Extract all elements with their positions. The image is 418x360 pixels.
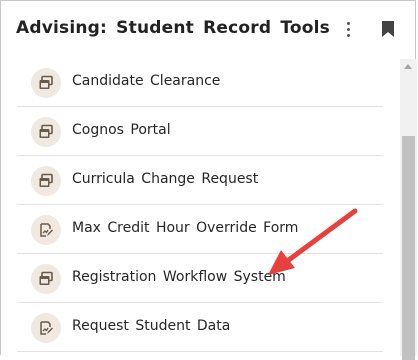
vertical-ellipsis-icon[interactable] (341, 19, 357, 41)
window-stack-icon (31, 166, 61, 196)
tool-list: Candidate Clearance Cognos Portal Curric… (1, 59, 399, 356)
list-item-label: Registration Workflow System (72, 269, 286, 285)
list-item-label: Candidate Clearance (72, 73, 221, 89)
list-item-label: Max Credit Hour Override Form (72, 220, 299, 236)
list-item-registration-workflow-system[interactable]: Registration Workflow System (17, 255, 383, 303)
list-item-candidate-clearance[interactable]: Candidate Clearance (17, 59, 383, 107)
window-stack-icon (31, 264, 61, 294)
list-item-curricula-change-request[interactable]: Curricula Change Request (17, 157, 383, 205)
vertical-scrollbar[interactable] (400, 59, 417, 360)
form-edit-icon (31, 313, 61, 343)
scroll-up-arrow-icon[interactable] (404, 64, 412, 69)
list-item-label: Request Student Data (72, 318, 231, 334)
window-stack-icon (31, 117, 61, 147)
scrollbar-thumb[interactable] (402, 136, 415, 360)
bookmark-icon[interactable] (382, 21, 394, 37)
widget-title: Advising: Student Record Tools (16, 18, 330, 38)
widget-card: Advising: Student Record Tools Candidate… (0, 0, 417, 360)
list-item-label: Cognos Portal (72, 122, 171, 138)
list-item-request-student-data[interactable]: Request Student Data (17, 304, 383, 352)
list-item-max-credit-hour-override-form[interactable]: Max Credit Hour Override Form (17, 206, 383, 254)
list-item-cognos-portal[interactable]: Cognos Portal (17, 108, 383, 156)
form-edit-icon (31, 215, 61, 245)
widget-header: Advising: Student Record Tools (1, 1, 417, 59)
list-item-label: Curricula Change Request (72, 171, 259, 187)
window-stack-icon (31, 68, 61, 98)
